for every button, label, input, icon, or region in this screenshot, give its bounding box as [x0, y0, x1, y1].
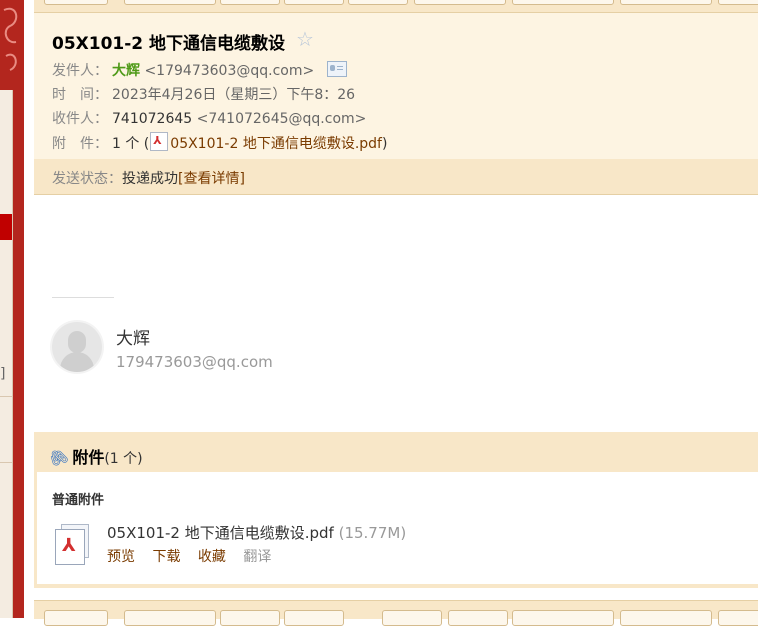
- left-active-tab[interactable]: [0, 214, 12, 240]
- toolbar-button[interactable]: [124, 0, 216, 5]
- recipient-label: 收件人：: [52, 111, 108, 127]
- mail-subject: 05X101-2 地下通信电缆敷设: [52, 34, 286, 54]
- toolbar-button[interactable]: [512, 610, 614, 626]
- left-bracket-text: ]: [0, 366, 6, 382]
- top-toolbar: [34, 0, 758, 13]
- attachments-section: 🖇附件(1 个) 普通附件 ⅄ 05X101-2 地下通信电缆敷设.pdf (1…: [34, 432, 758, 588]
- sender-label: 发件人：: [52, 63, 108, 79]
- download-link[interactable]: 下载: [152, 549, 180, 565]
- attachment-row: 附 件： 1 个 (⅄ 05X101-2 地下通信电缆敷设.pdf): [52, 132, 387, 153]
- toolbar-button[interactable]: [44, 610, 108, 626]
- attachment-file-size: (15.77M): [338, 524, 407, 542]
- toolbar-button[interactable]: [284, 0, 344, 5]
- attachment-count-close: ): [381, 136, 388, 152]
- toolbar-button[interactable]: [382, 610, 442, 626]
- normal-attachments-label: 普通附件: [52, 493, 105, 508]
- signature-divider: [52, 297, 114, 298]
- attachment-link[interactable]: 05X101-2 地下通信电缆敷设.pdf: [170, 136, 382, 152]
- sender-row: 发件人： 大辉 <179473603@qq.com>: [52, 60, 347, 80]
- avatar-icon[interactable]: [52, 322, 102, 372]
- toolbar-button[interactable]: [620, 0, 712, 5]
- star-icon[interactable]: ☆: [296, 27, 314, 51]
- send-status-value: 投递成功: [122, 171, 178, 187]
- recipient-name[interactable]: 741072645: [112, 111, 192, 127]
- translate-link[interactable]: 翻译: [243, 549, 271, 565]
- toolbar-button[interactable]: [124, 610, 216, 626]
- sender-address: <179473603@qq.com>: [144, 63, 315, 79]
- time-label: 时 间：: [52, 87, 108, 103]
- signature-name: 大辉: [116, 329, 150, 349]
- toolbar-button[interactable]: [220, 610, 280, 626]
- pdf-icon: ⅄: [150, 132, 169, 151]
- attachment-actions: 预览 下载 收藏 翻译: [107, 546, 284, 566]
- swirl-decoration-icon: [3, 7, 18, 71]
- send-status: 发送状态：投递成功[查看详情]: [52, 168, 245, 188]
- send-status-label: 发送状态：: [52, 171, 122, 187]
- send-status-bar: 发送状态：投递成功[查看详情]: [34, 159, 758, 195]
- recipient-address: <741072645@qq.com>: [196, 111, 367, 127]
- pdf-icon[interactable]: ⅄: [55, 524, 89, 565]
- attachment-file-name[interactable]: 05X101-2 地下通信电缆敷设.pdf: [107, 524, 334, 542]
- toolbar-button[interactable]: [284, 610, 344, 626]
- signature-email: 179473603@qq.com: [116, 353, 273, 371]
- attachment-label: 附 件：: [52, 136, 108, 152]
- toolbar-button[interactable]: [512, 0, 614, 5]
- time-row: 时 间： 2023年4月26日（星期三）下午8：26: [52, 84, 355, 104]
- toolbar-button[interactable]: [718, 610, 758, 626]
- attachment-count: 1 个 (: [112, 136, 150, 152]
- mail-header: 05X101-2 地下通信电缆敷设 ☆ 发件人： 大辉 <179473603@qq…: [34, 13, 758, 159]
- paperclip-icon: 🖇: [44, 444, 72, 471]
- toolbar-button[interactable]: [448, 610, 508, 626]
- attachment-file: 05X101-2 地下通信电缆敷设.pdf (15.77M): [107, 522, 406, 543]
- time-value: 2023年4月26日（星期三）下午8：26: [112, 87, 356, 103]
- toolbar-button[interactable]: [718, 0, 758, 5]
- left-divider: [0, 462, 12, 463]
- contact-card-icon[interactable]: [326, 61, 347, 77]
- toolbar-button[interactable]: [414, 0, 506, 5]
- attachments-header: 🖇附件(1 个): [44, 444, 143, 471]
- left-divider: [0, 396, 12, 397]
- view-details-link[interactable]: [查看详情]: [178, 171, 245, 187]
- attachments-body: 普通附件 ⅄ 05X101-2 地下通信电缆敷设.pdf (15.77M) 预览…: [37, 472, 758, 584]
- bottom-toolbar: [34, 600, 758, 626]
- attachments-count: (1 个): [104, 451, 143, 467]
- toolbar-button[interactable]: [620, 610, 712, 626]
- preview-link[interactable]: 预览: [107, 549, 135, 565]
- toolbar-button[interactable]: [220, 0, 280, 5]
- toolbar-button[interactable]: [44, 0, 108, 5]
- mail-read-pane: 05X101-2 地下通信电缆敷设 ☆ 发件人： 大辉 <179473603@qq…: [34, 0, 758, 626]
- recipient-row: 收件人： 741072645 <741072645@qq.com>: [52, 108, 366, 128]
- sender-name[interactable]: 大辉: [112, 63, 140, 79]
- favorite-link[interactable]: 收藏: [198, 549, 226, 565]
- left-folder-panel: ]: [0, 90, 13, 618]
- attachments-title: 附件: [72, 448, 105, 467]
- toolbar-button[interactable]: [348, 0, 408, 5]
